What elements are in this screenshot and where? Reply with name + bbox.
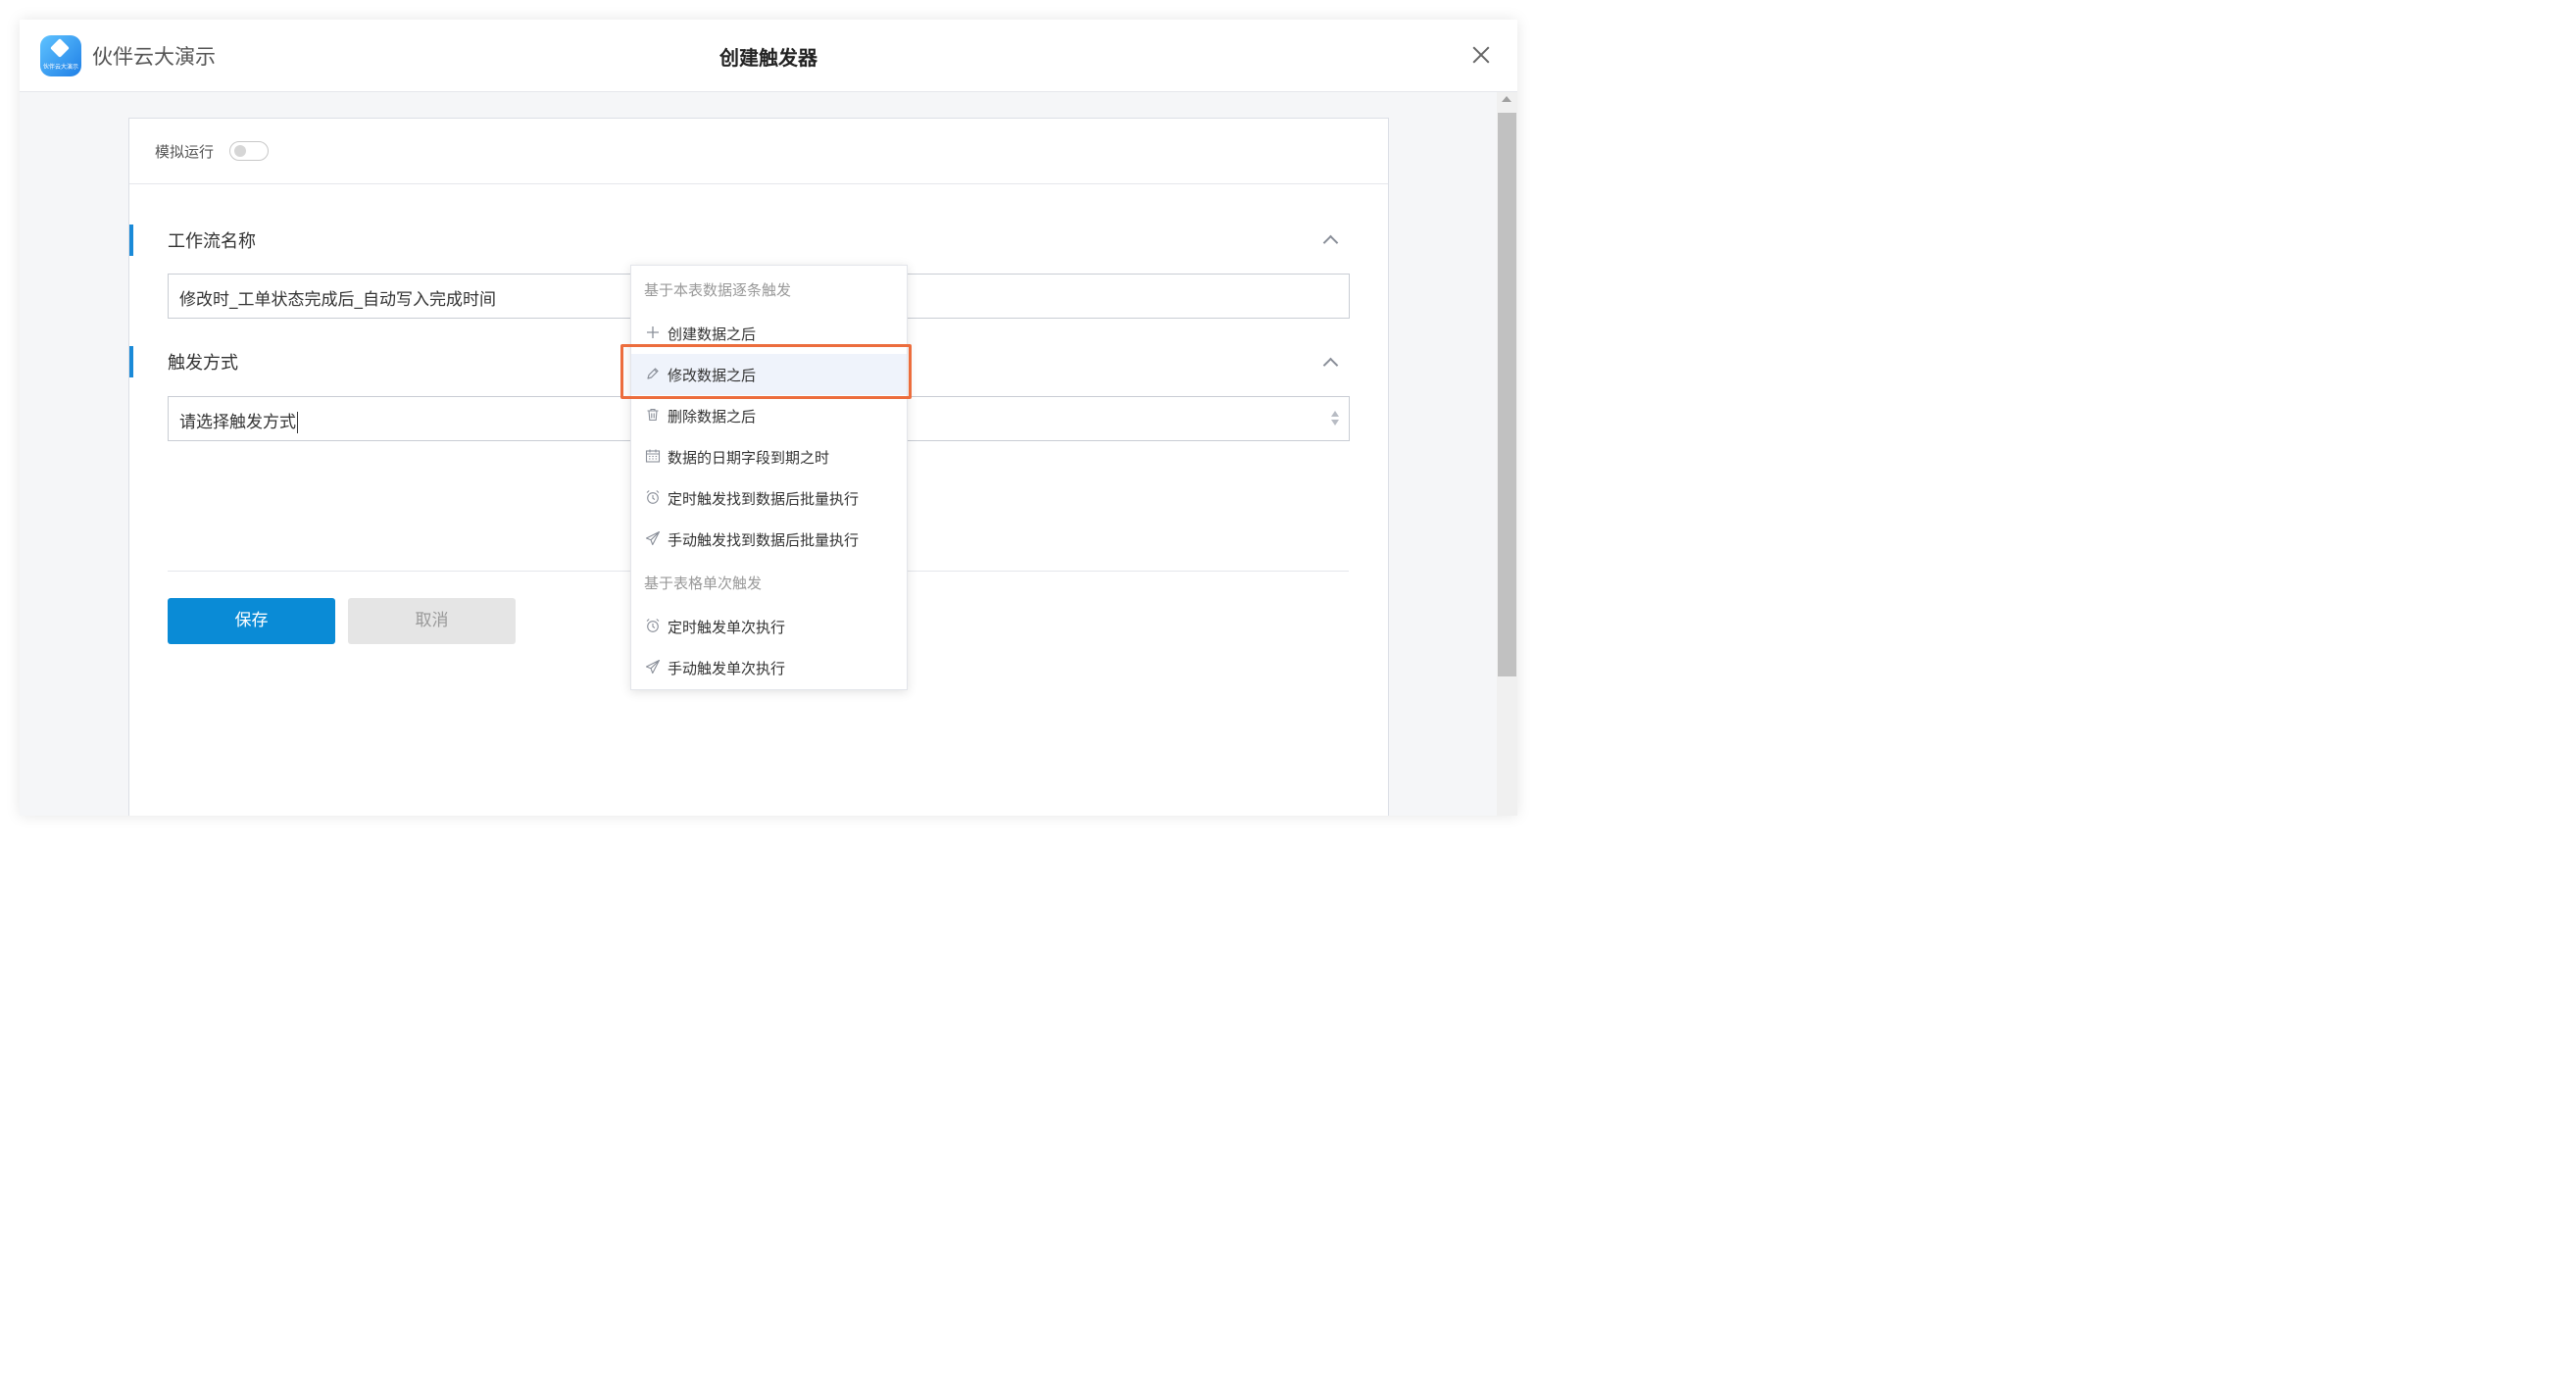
workflow-name-value: 修改时_工单状态完成后_自动写入完成时间	[179, 290, 496, 310]
alarm-clock-icon	[646, 619, 660, 632]
vertical-scrollbar[interactable]	[1497, 92, 1517, 816]
menu-item-after-update[interactable]: 修改数据之后	[631, 354, 907, 395]
menu-item-manual-once[interactable]: 手动触发单次执行	[631, 647, 907, 688]
workflow-name-title: 工作流名称	[168, 231, 256, 252]
menu-item-after-delete[interactable]: 删除数据之后	[631, 395, 907, 436]
select-arrows-icon	[1331, 411, 1339, 426]
dialog-title: 创建触发器	[719, 46, 817, 70]
group-label-table-once: 基于表格单次触发	[644, 575, 763, 592]
simulation-label: 模拟运行	[155, 143, 215, 161]
simulation-toggle[interactable]	[229, 141, 269, 161]
scrollbar-thumb[interactable]	[1498, 113, 1516, 676]
paper-plane-icon	[645, 659, 661, 675]
menu-item-date-field-due[interactable]: 数据的日期字段到期之时	[631, 436, 907, 477]
group-label-per-record: 基于本表数据逐条触发	[644, 281, 792, 299]
plus-icon	[647, 326, 659, 338]
save-button[interactable]: 保存	[168, 598, 335, 644]
trigger-method-value: 请选择触发方式	[179, 412, 298, 433]
simulation-row: 模拟运行	[129, 119, 1388, 184]
menu-item-scheduled-once[interactable]: 定时触发单次执行	[631, 606, 907, 647]
section-accent-bar	[129, 346, 133, 377]
title-bar: 伙伴云大演示 伙伴云大演示 创建触发器	[20, 20, 1517, 92]
calendar-icon	[645, 449, 661, 463]
collapse-workflow-name-chevron-up-icon[interactable]	[1322, 234, 1339, 251]
pencil-icon	[647, 368, 659, 379]
toggle-knob	[234, 145, 246, 157]
paper-plane-icon	[645, 530, 661, 546]
menu-item-manual-batch[interactable]: 手动触发找到数据后批量执行	[631, 519, 907, 560]
cancel-button[interactable]: 取消	[348, 598, 516, 644]
collapse-trigger-chevron-up-icon[interactable]	[1322, 357, 1339, 374]
trigger-dropdown-menu: 基于本表数据逐条触发 创建数据之后 修改数据之后 删除数据之后 数据的日期字段到…	[630, 265, 908, 690]
menu-item-after-create[interactable]: 创建数据之后	[631, 313, 907, 354]
section-accent-bar	[129, 225, 133, 256]
trigger-method-title: 触发方式	[168, 353, 238, 374]
text-caret	[297, 412, 298, 433]
close-icon[interactable]	[1470, 44, 1492, 66]
alarm-clock-icon	[646, 490, 660, 504]
menu-item-scheduled-batch[interactable]: 定时触发找到数据后批量执行	[631, 477, 907, 519]
scroll-up-arrow-icon[interactable]	[1502, 96, 1511, 102]
trash-icon	[647, 408, 659, 422]
